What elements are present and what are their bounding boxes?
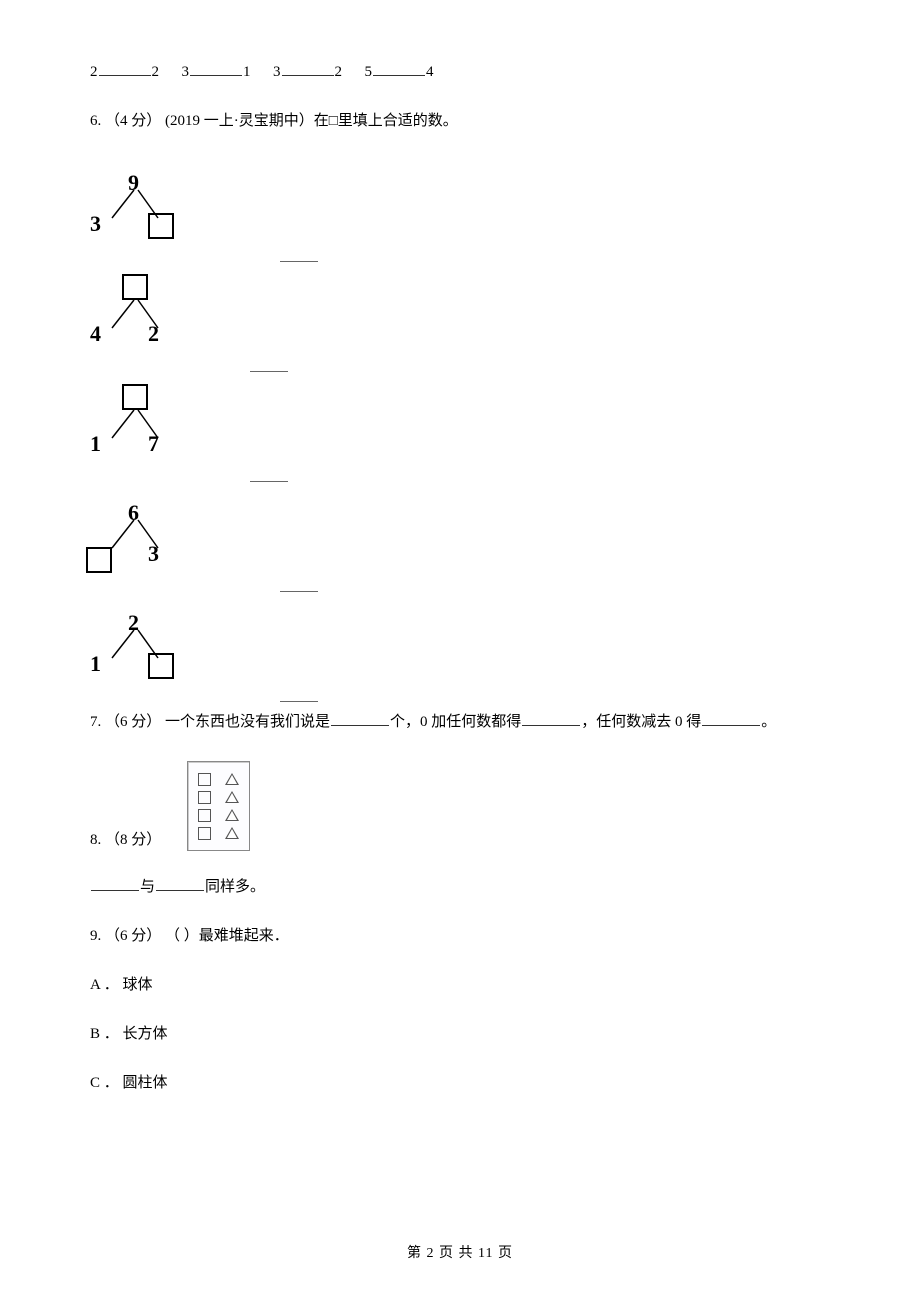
bond-right-box[interactable]: [148, 649, 174, 680]
bond-left: 3: [90, 209, 101, 240]
bond-right: 3: [148, 539, 159, 570]
num: 2: [152, 64, 160, 80]
blank[interactable]: [331, 710, 389, 726]
blank[interactable]: [190, 60, 242, 76]
square-icon: [198, 791, 211, 804]
blank[interactable]: [702, 710, 760, 726]
q9-option-c[interactable]: C ． 圆柱体: [90, 1073, 830, 1094]
q8-mid: 与: [140, 879, 155, 895]
bond-right-box[interactable]: [148, 209, 174, 240]
q9-option-a[interactable]: A ． 球体: [90, 975, 830, 996]
shapes-figure: [187, 761, 250, 851]
blank[interactable]: [373, 60, 425, 76]
triangle-icon: [225, 809, 239, 821]
blank[interactable]: [282, 60, 334, 76]
q7-mid1: 个，0 加任何数都得: [390, 714, 521, 730]
num: 3: [273, 64, 281, 80]
num: 1: [243, 64, 251, 80]
num: 3: [182, 64, 190, 80]
bond-right: 2: [148, 319, 159, 350]
q8-line2: 与 同样多。: [90, 875, 830, 898]
square-icon: [198, 827, 211, 840]
number-bond: 1 7: [90, 388, 210, 468]
q7-mid2: ，任何数减去 0 得: [581, 714, 701, 730]
q9-option-b[interactable]: B ． 长方体: [90, 1024, 830, 1045]
q8-row: 8. （8 分）: [90, 761, 830, 851]
q8-end: 同样多。: [205, 879, 265, 895]
number-bond: 9 3: [90, 168, 210, 248]
page-footer: 第 2 页 共 11 页: [0, 1244, 920, 1264]
q8-prefix: 8. （8 分）: [90, 830, 161, 851]
triangle-icon: [225, 791, 239, 803]
number-bond: 4 2: [90, 278, 210, 358]
bond-left: 1: [90, 649, 101, 680]
answer-blank[interactable]: [280, 686, 318, 702]
bond-left-box[interactable]: [86, 543, 112, 574]
bond-right: 7: [148, 429, 159, 460]
q7-end: 。: [761, 714, 776, 730]
blank[interactable]: [156, 875, 204, 891]
bond-left: 4: [90, 319, 101, 350]
bond-top-box[interactable]: [122, 274, 148, 300]
num: 4: [426, 64, 434, 80]
blank[interactable]: [99, 60, 151, 76]
triangle-icon: [225, 827, 239, 839]
answer-blank[interactable]: [280, 246, 318, 262]
bond-top-box[interactable]: [122, 384, 148, 410]
q7-text: 7. （6 分） 一个东西也没有我们说是 个，0 加任何数都得 ，任何数减去 0 得…: [90, 710, 830, 733]
num: 2: [90, 64, 98, 80]
answer-blank[interactable]: [280, 576, 318, 592]
blank[interactable]: [91, 875, 139, 891]
q7-prefix: 7. （6 分） 一个东西也没有我们说是: [90, 714, 330, 730]
blank[interactable]: [522, 710, 580, 726]
answer-blank[interactable]: [250, 356, 288, 372]
q6-text: 6. （4 分） (2019 一上·灵宝期中）在□里填上合适的数。: [90, 111, 830, 132]
square-icon: [198, 809, 211, 822]
triangle-icon: [225, 773, 239, 785]
num: 2: [335, 64, 343, 80]
answer-blank[interactable]: [250, 466, 288, 482]
number-bond: 2 1: [90, 608, 210, 688]
bond-left: 1: [90, 429, 101, 460]
num: 5: [365, 64, 373, 80]
square-icon: [198, 773, 211, 786]
number-bond: 6 3: [90, 498, 210, 578]
compare-line: 2 2 3 1 3 2 5 4: [90, 60, 830, 83]
q9-text: 9. （6 分） （ ）最难堆起来．: [90, 926, 830, 947]
